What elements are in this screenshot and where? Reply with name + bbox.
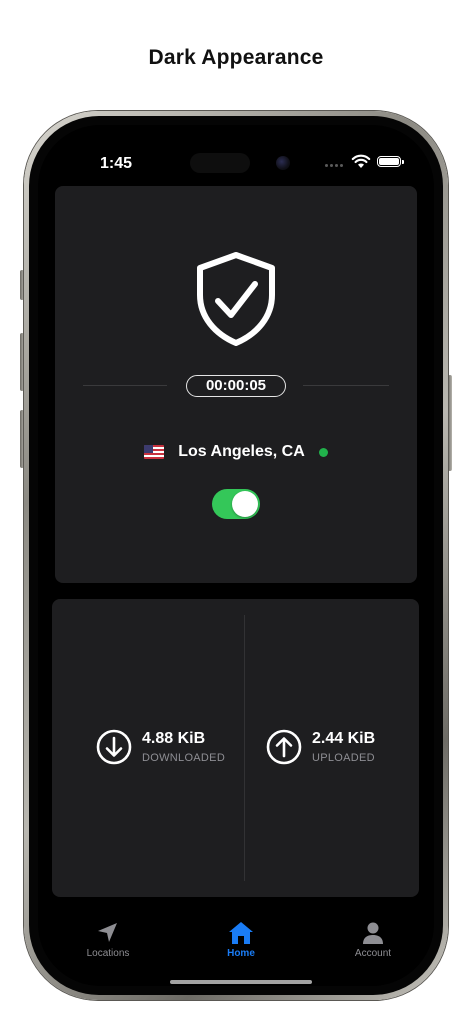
- phone-bezel: 1:45 00:00:05 Los Angeles, CA 4.88 KiB D…: [29, 116, 443, 995]
- location-arrow-icon: [98, 923, 117, 942]
- upload-stat: 2.44 KiB UPLOADED: [266, 729, 375, 765]
- arrow-down-circle-icon: [96, 729, 132, 765]
- connection-card: 00:00:05 Los Angeles, CA: [55, 186, 417, 583]
- timer-row: 00:00:05: [83, 375, 389, 397]
- phone-frame: 1:45 00:00:05 Los Angeles, CA 4.88 KiB D…: [24, 111, 448, 1000]
- location-selector[interactable]: Los Angeles, CA: [55, 441, 417, 463]
- download-label: DOWNLOADED: [142, 752, 226, 764]
- tab-bar: Locations Home Account: [38, 915, 434, 975]
- camera-icon: [276, 156, 290, 170]
- tab-locations[interactable]: Locations: [68, 921, 148, 959]
- battery-tip: [402, 160, 404, 164]
- divider-left: [83, 385, 167, 386]
- tab-label-locations: Locations: [86, 948, 130, 959]
- home-icon: [229, 922, 253, 944]
- upload-value: 2.44 KiB: [312, 730, 376, 747]
- home-indicator[interactable]: [170, 980, 312, 984]
- wifi-icon: [351, 154, 371, 168]
- divider-right: [303, 385, 389, 386]
- vpn-toggle[interactable]: [212, 489, 260, 519]
- tab-home[interactable]: Home: [201, 921, 281, 959]
- person-icon: [363, 922, 383, 944]
- connection-status-dot: [318, 447, 328, 457]
- upload-label: UPLOADED: [312, 752, 375, 764]
- stats-card: 4.88 KiB DOWNLOADED 2.44 KiB UPLOADED: [52, 599, 419, 897]
- power-button: [448, 375, 452, 471]
- cellular-signal-icon: [325, 164, 343, 167]
- toggle-knob: [232, 491, 258, 517]
- download-value: 4.88 KiB: [142, 730, 206, 747]
- location-name: Los Angeles, CA: [178, 443, 305, 460]
- connection-timer: 00:00:05: [186, 375, 286, 397]
- download-stat: 4.88 KiB DOWNLOADED: [96, 729, 225, 765]
- shield-check-icon: [197, 252, 275, 346]
- arrow-up-circle-icon: [266, 729, 302, 765]
- page-heading: Dark Appearance: [148, 46, 324, 69]
- tab-label-home: Home: [227, 948, 255, 959]
- stats-divider: [244, 615, 245, 881]
- dynamic-island: [190, 153, 250, 173]
- battery-icon: [377, 156, 401, 167]
- status-time: 1:45: [100, 155, 133, 172]
- tab-account[interactable]: Account: [333, 921, 413, 959]
- phone-screen: 1:45 00:00:05 Los Angeles, CA 4.88 KiB D…: [38, 125, 434, 986]
- us-flag-icon: [144, 445, 165, 459]
- tab-label-account: Account: [354, 948, 392, 959]
